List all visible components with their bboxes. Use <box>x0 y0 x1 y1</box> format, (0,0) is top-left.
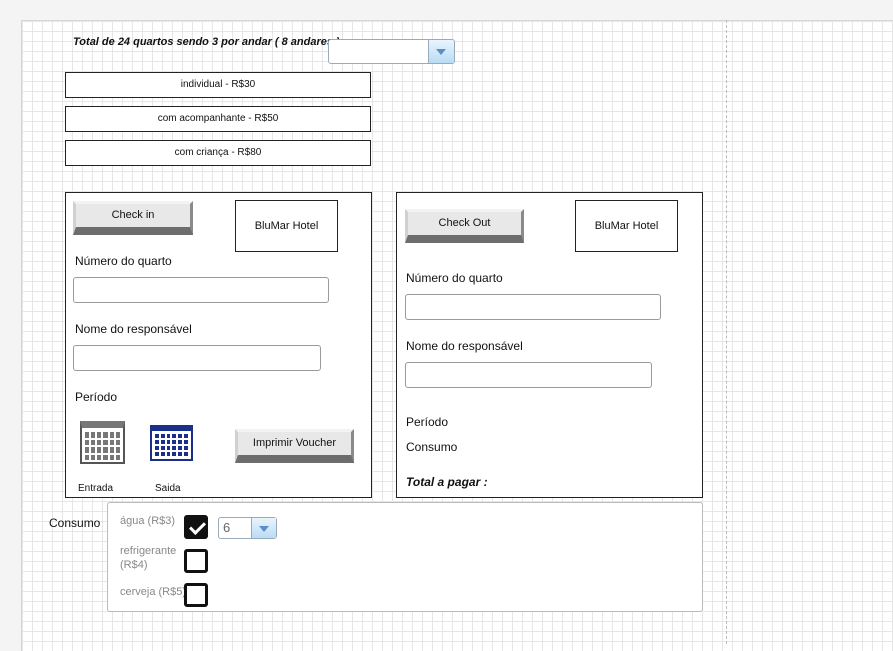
print-voucher-button[interactable]: Imprimir Voucher <box>235 429 354 463</box>
page-boundary-guide <box>726 20 727 644</box>
total-due-label: Total a pagar : <box>406 475 488 489</box>
item-water-checkbox[interactable] <box>184 515 208 539</box>
period-label: Período <box>75 390 118 404</box>
calendar-icon[interactable] <box>150 425 193 461</box>
period-label: Período <box>406 415 449 429</box>
item-water-label: água (R$3) <box>120 515 176 527</box>
consumption-label: Consumo <box>406 440 458 454</box>
rate-companion[interactable]: com acompanhante - R$50 <box>65 106 371 132</box>
room-number-label: Número do quarto <box>406 271 503 285</box>
item-soda-label: refrigerante (R$4) <box>120 545 177 571</box>
calendar-icon[interactable] <box>80 421 125 464</box>
room-number-input[interactable] <box>405 294 661 320</box>
quantity-stepper[interactable]: 6 <box>218 517 277 539</box>
exit-date-label: Saida <box>155 483 181 494</box>
item-beer-label: cerveja (R$5) <box>120 586 187 598</box>
item-soda-checkbox[interactable] <box>184 549 208 573</box>
chevron-down-icon[interactable] <box>251 518 276 538</box>
brand-label: BluMar Hotel <box>235 200 338 252</box>
responsible-name-label: Nome do responsável <box>75 322 192 336</box>
rate-individual[interactable]: individual - R$30 <box>65 72 371 98</box>
brand-label: BluMar Hotel <box>575 200 678 252</box>
chevron-down-icon[interactable] <box>428 40 454 63</box>
responsible-name-input[interactable] <box>73 345 321 371</box>
consumption-section-label: Consumo <box>49 516 101 530</box>
room-number-label: Número do quarto <box>75 254 172 268</box>
checkout-button[interactable]: Check Out <box>405 209 524 243</box>
room-number-input[interactable] <box>73 277 329 303</box>
entry-date-label: Entrada <box>78 483 114 494</box>
item-beer-checkbox[interactable] <box>184 583 208 607</box>
rate-child[interactable]: com criança - R$80 <box>65 140 371 166</box>
floor-select[interactable] <box>328 39 455 64</box>
checkin-button[interactable]: Check in <box>73 201 193 235</box>
quantity-value: 6 <box>223 520 231 535</box>
rooms-summary-title: Total de 24 quartos sendo 3 por andar ( … <box>73 36 340 48</box>
responsible-name-label: Nome do responsável <box>406 339 523 353</box>
responsible-name-input[interactable] <box>405 362 652 388</box>
